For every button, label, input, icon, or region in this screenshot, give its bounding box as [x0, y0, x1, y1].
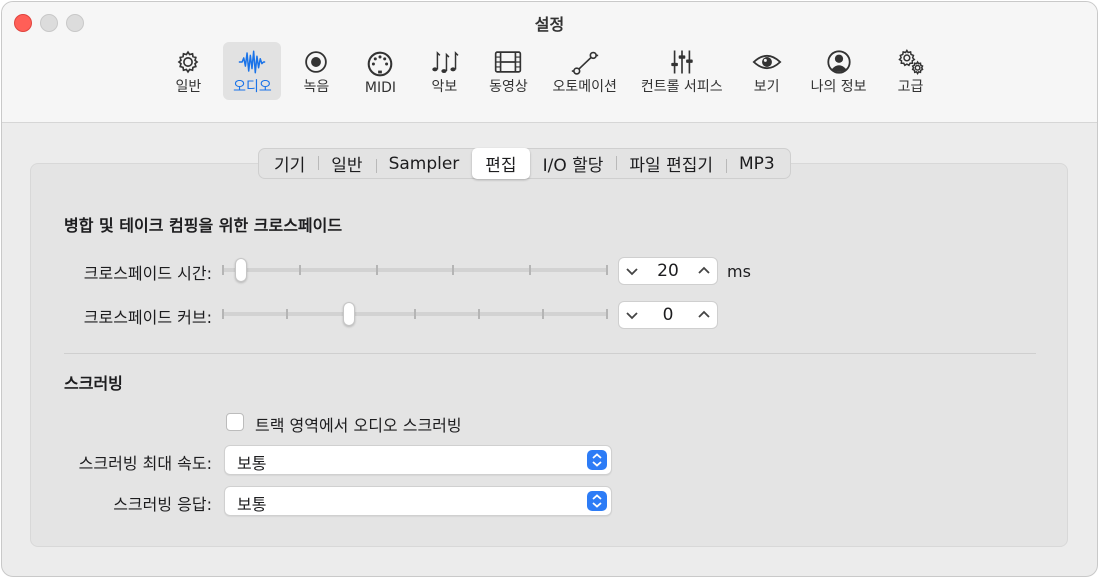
tab-io-assignments[interactable]: I/O 할당	[530, 148, 617, 179]
toolbar-item-midi[interactable]: MIDI	[351, 42, 409, 100]
slider-tick	[606, 265, 608, 275]
audio-scrubbing-checkbox[interactable]	[226, 413, 244, 431]
tab-general[interactable]: 일반	[318, 148, 375, 179]
slider-tick	[375, 265, 378, 275]
crossfade-section-title: 병합 및 테이크 컴핑을 위한 크로스페이드	[64, 216, 343, 235]
slider-tick	[529, 265, 532, 275]
scrub-response-select[interactable]: 보통	[224, 486, 612, 516]
toolbar-item-audio[interactable]: 오디오	[223, 42, 282, 100]
record-icon	[305, 51, 328, 73]
toolbar-item-advanced[interactable]: 고급	[882, 42, 940, 100]
chevron-down-icon[interactable]	[625, 266, 639, 276]
toolbar-item-label: 오디오	[233, 79, 272, 95]
scrub-response-label: 스크러빙 응답:	[113, 495, 212, 514]
slider-tick	[452, 265, 455, 275]
slider-tick	[606, 309, 608, 319]
crossfade-time-unit: ms	[727, 262, 751, 281]
crossfade-time-slider[interactable]	[222, 258, 608, 282]
chevron-up-icon[interactable]	[697, 266, 711, 276]
slider-tick	[478, 309, 480, 319]
waveform-icon	[239, 50, 266, 74]
crossfade-time-stepper[interactable]: 20	[618, 257, 718, 285]
tab-devices[interactable]: 기기	[261, 148, 318, 179]
popup-arrows-icon	[587, 491, 607, 511]
toolbar-item-recording[interactable]: 녹음	[287, 42, 345, 100]
gears-icon	[897, 49, 924, 75]
toolbar-item-label: 일반	[175, 79, 202, 95]
automation-curve-icon	[571, 51, 598, 75]
slider-tick	[222, 309, 224, 319]
toolbar-item-control-surfaces[interactable]: 컨트롤 서피스	[632, 42, 732, 100]
music-notes-icon	[432, 51, 459, 74]
slider-tick	[286, 309, 288, 319]
toolbar-item-label: 오토메이션	[552, 79, 617, 95]
film-icon	[495, 51, 522, 73]
tab-sampler[interactable]: Sampler	[375, 151, 473, 177]
audio-tab-bar: 기기 일반 Sampler 편집 I/O 할당 파일 편집기 MP3	[258, 148, 791, 179]
chevron-up-icon[interactable]	[697, 310, 711, 320]
midi-port-icon	[368, 51, 393, 77]
faders-icon	[670, 50, 693, 74]
tab-editing[interactable]: 편집	[472, 148, 530, 179]
slider-tick	[222, 265, 224, 275]
crossfade-curve-slider[interactable]	[222, 302, 608, 326]
toolbar-item-label: 악보	[431, 79, 458, 95]
window-title: 설정	[534, 15, 565, 34]
slider-tick	[542, 309, 544, 319]
toolbar-item-label: 나의 정보	[810, 79, 867, 95]
scrub-max-speed-value: 보통	[237, 454, 267, 473]
person-icon	[826, 50, 851, 74]
toolbar-item-general[interactable]: 일반	[159, 42, 217, 100]
scrub-max-speed-label: 스크러빙 최대 속도:	[78, 454, 212, 473]
scrub-max-speed-select[interactable]: 보통	[224, 445, 612, 475]
eye-icon	[752, 54, 782, 70]
crossfade-time-label: 크로스페이드 시간:	[83, 264, 212, 283]
slider-knob[interactable]	[343, 302, 356, 326]
crossfade-curve-stepper[interactable]: 0	[618, 301, 718, 329]
toolbar-item-label: 보기	[753, 79, 780, 95]
tab-file-editor[interactable]: 파일 편집기	[616, 148, 726, 179]
crossfade-curve-value[interactable]: 0	[663, 305, 674, 325]
title-bar: 설정 일반 오디오 녹음 MIDI 악보 동영상 오토메이션 컨트롤 서피스 보…	[2, 2, 1097, 123]
crossfade-time-value[interactable]: 20	[657, 261, 679, 281]
toolbar-item-automation[interactable]: 오토메이션	[543, 42, 625, 100]
preferences-toolbar: 일반 오디오 녹음 MIDI 악보 동영상 오토메이션 컨트롤 서피스 보기 나…	[2, 42, 1097, 100]
toolbar-item-view[interactable]: 보기	[738, 42, 796, 100]
toolbar-item-label: 녹음	[303, 79, 330, 95]
slider-tick	[298, 265, 301, 275]
section-divider	[64, 353, 1036, 354]
slider-knob[interactable]	[235, 258, 248, 282]
popup-arrows-icon	[587, 450, 607, 470]
toolbar-item-my-info[interactable]: 나의 정보	[802, 42, 876, 100]
gear-icon	[178, 50, 199, 74]
scrubbing-section-title: 스크러빙	[64, 374, 123, 393]
toolbar-item-movie[interactable]: 동영상	[479, 42, 537, 100]
tab-mp3[interactable]: MP3	[726, 151, 788, 177]
toolbar-item-label: 컨트롤 서피스	[640, 79, 723, 95]
slider-tick	[414, 309, 416, 319]
toolbar-item-score[interactable]: 악보	[415, 42, 473, 100]
audio-scrubbing-checkbox-label[interactable]: 트랙 영역에서 오디오 스크러빙	[255, 412, 462, 436]
scrub-response-value: 보통	[237, 495, 267, 514]
chevron-down-icon[interactable]	[625, 310, 639, 320]
toolbar-item-label: 고급	[897, 79, 924, 95]
slider-track	[222, 268, 608, 272]
crossfade-curve-label: 크로스페이드 커브:	[83, 308, 212, 327]
toolbar-item-label: 동영상	[489, 79, 528, 95]
toolbar-item-label: MIDI	[364, 80, 396, 96]
